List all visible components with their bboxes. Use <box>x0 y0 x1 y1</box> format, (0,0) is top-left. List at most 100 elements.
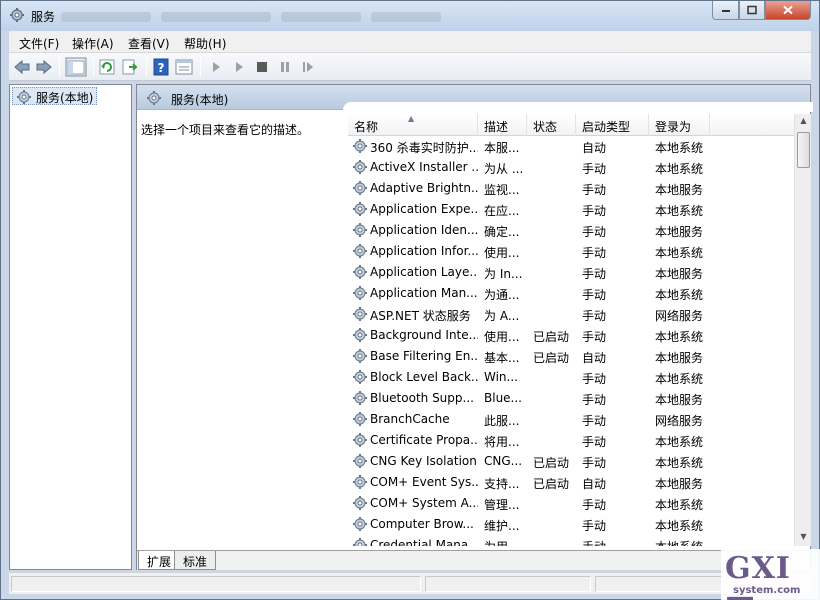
blurred-taskbar-remnant <box>61 11 461 23</box>
service-log-on-as: 本地系统 <box>655 372 704 386</box>
menu-view[interactable]: 查看(V) <box>128 35 170 52</box>
service-log-on-as: 本地系统 <box>655 435 704 449</box>
scroll-down-icon[interactable]: ▼ <box>797 532 810 544</box>
maximize-icon <box>747 5 757 15</box>
close-button[interactable] <box>765 1 811 20</box>
service-log-on-as: 网络服务 <box>655 309 704 323</box>
service-row[interactable]: Application Infor... 使用... 手动 本地系统 <box>348 241 796 262</box>
service-row[interactable]: COM+ Event Sys... 支持... 已启动 自动 本地服务 <box>348 472 796 493</box>
column-header-name[interactable]: 名称 ▲ <box>348 114 478 136</box>
tree-node-label: 服务(本地) <box>36 91 94 105</box>
service-row[interactable]: Background Inte... 使用... 已启动 手动 本地系统 <box>348 325 796 346</box>
back-icon[interactable] <box>13 58 31 76</box>
service-gear-icon <box>353 349 367 363</box>
service-description: 基本... <box>484 351 520 365</box>
service-gear-icon <box>353 202 367 216</box>
service-name: Application Man... <box>370 286 478 300</box>
service-name: ASP.NET 状态服务 <box>370 309 471 323</box>
service-row[interactable]: Application Laye... 为 In... 手动 本地服务 <box>348 262 796 283</box>
show-hide-console-tree-icon[interactable] <box>65 57 87 77</box>
menu-action[interactable]: 操作(A) <box>72 35 114 52</box>
services-gear-icon <box>10 8 24 22</box>
service-name: Adaptive Brightn... <box>370 181 478 195</box>
refresh-icon[interactable] <box>98 58 116 76</box>
service-row[interactable]: Application Man... 为通... 手动 本地系统 <box>348 283 796 304</box>
forward-icon[interactable] <box>35 58 53 76</box>
service-row[interactable]: Credential Mana... 为用... 手动 本地系统 <box>348 535 796 546</box>
service-startup-type: 手动 <box>582 183 607 197</box>
properties-icon[interactable] <box>175 58 193 76</box>
service-name: BranchCache <box>370 412 450 426</box>
service-description: 使用... <box>484 246 520 260</box>
service-row[interactable]: CNG Key Isolation CNG... 已启动 手动 本地系统 <box>348 451 796 472</box>
service-startup-type: 自动 <box>582 477 607 491</box>
service-row[interactable]: Adaptive Brightn... 监视... 手动 本地服务 <box>348 178 796 199</box>
service-log-on-as: 本地系统 <box>655 498 704 512</box>
service-row[interactable]: Bluetooth Supp... Blue... 手动 本地服务 <box>348 388 796 409</box>
start-service-alt-icon[interactable] <box>230 58 248 76</box>
list-header: 名称 ▲ 描述 状态 启动类型 登录为 <box>348 114 796 136</box>
service-row[interactable]: Application Expe... 在应... 手动 本地系统 <box>348 199 796 220</box>
service-description: 为用... <box>484 538 524 546</box>
service-gear-icon <box>353 370 367 384</box>
details-header: 服务(本地) <box>137 85 813 112</box>
service-row[interactable]: 360 杀毒实时防护... 本服... 自动 本地系统 <box>348 136 796 157</box>
service-log-on-as: 本地系统 <box>655 288 704 302</box>
column-header-status[interactable]: 状态 <box>527 114 576 136</box>
service-row[interactable]: Block Level Back... Win... 手动 本地系统 <box>348 367 796 388</box>
service-row[interactable]: Certificate Propa... 将用... 手动 本地系统 <box>348 430 796 451</box>
services-list: 名称 ▲ 描述 状态 启动类型 登录为 360 杀毒实时防护... 本服... 自动… <box>348 114 796 546</box>
service-status: 已启动 <box>533 477 570 491</box>
service-name: Background Inte... <box>370 328 478 342</box>
stop-service-icon[interactable] <box>253 58 271 76</box>
start-service-icon[interactable] <box>207 58 225 76</box>
service-row[interactable]: COM+ System A... 管理... 手动 本地系统 <box>348 493 796 514</box>
scroll-thumb[interactable] <box>797 132 810 168</box>
service-startup-type: 手动 <box>582 372 607 386</box>
service-name: COM+ Event Sys... <box>370 475 478 489</box>
export-list-icon[interactable] <box>121 58 139 76</box>
service-description: 支持... <box>484 477 520 491</box>
tree-node-services-local[interactable]: 服务(本地) <box>12 87 98 105</box>
watermark-domain: system.com <box>733 585 801 596</box>
help-icon[interactable]: ? <box>152 58 170 76</box>
maximize-button[interactable] <box>739 1 765 20</box>
service-log-on-as: 本地服务 <box>655 477 704 491</box>
close-icon <box>783 5 793 15</box>
service-row[interactable]: BranchCache 此服... 手动 网络服务 <box>348 409 796 430</box>
column-header-startup-type[interactable]: 启动类型 <box>576 114 649 136</box>
service-row[interactable]: ASP.NET 状态服务为 A... 手动 网络服务 <box>348 304 796 325</box>
pause-service-icon[interactable] <box>276 58 294 76</box>
service-startup-type: 手动 <box>582 204 607 218</box>
service-startup-type: 手动 <box>582 519 607 533</box>
scroll-up-icon[interactable]: ▲ <box>797 116 810 128</box>
service-status: 已启动 <box>533 330 570 344</box>
service-description: 为 A... <box>484 309 520 323</box>
service-row[interactable]: Application Iden... 确定... 手动 本地服务 <box>348 220 796 241</box>
service-name: COM+ System A... <box>370 496 478 510</box>
resume-service-icon[interactable] <box>299 58 317 76</box>
service-log-on-as: 本地系统 <box>655 204 704 218</box>
menu-bar: 文件(F) 操作(A) 查看(V) 帮助(H) <box>9 31 811 53</box>
service-description: CNG... <box>484 454 523 468</box>
service-name: Bluetooth Supp... <box>370 391 474 405</box>
column-header-log-on-as[interactable]: 登录为 <box>649 114 710 136</box>
sort-ascending-icon: ▲ <box>408 114 415 123</box>
minimize-button[interactable] <box>712 1 739 20</box>
service-log-on-as: 本地系统 <box>655 519 704 533</box>
description-hint: 选择一个项目来查看它的描述。 <box>141 123 310 137</box>
column-header-description[interactable]: 描述 <box>478 114 527 136</box>
menu-file[interactable]: 文件(F) <box>19 35 59 52</box>
menu-help[interactable]: 帮助(H) <box>184 35 226 52</box>
title-bar[interactable]: 服务 <box>1 1 819 31</box>
vertical-scrollbar[interactable]: ▲ ▼ <box>794 114 811 546</box>
service-log-on-as: 本地服务 <box>655 183 704 197</box>
service-name: Application Laye... <box>370 265 478 279</box>
service-name: Computer Brow... <box>370 517 474 531</box>
service-row[interactable]: ActiveX Installer ... 为从 ... 手动 本地系统 <box>348 157 796 178</box>
tab-standard[interactable]: 标准 <box>174 551 217 570</box>
service-name: 360 杀毒实时防护... <box>370 141 478 155</box>
service-description: Blue... <box>484 391 522 405</box>
service-row[interactable]: Base Filtering En... 基本... 已启动 自动 本地服务 <box>348 346 796 367</box>
service-row[interactable]: Computer Brow... 维护... 手动 本地系统 <box>348 514 796 535</box>
